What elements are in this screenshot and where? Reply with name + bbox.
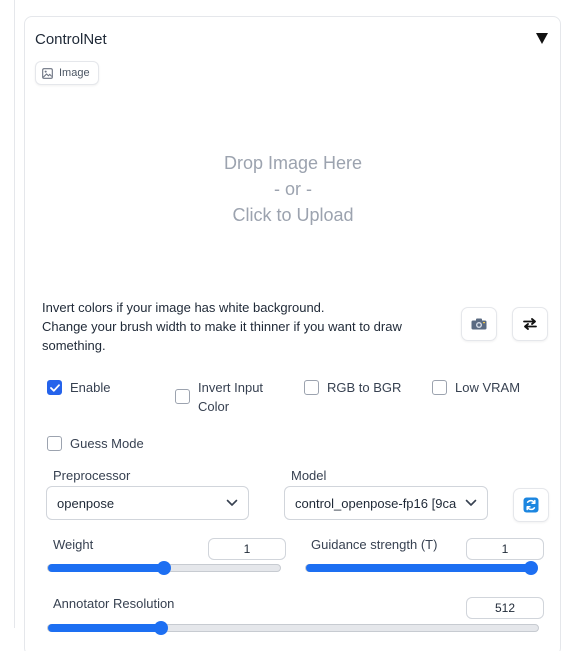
model-label: Model [291, 468, 327, 483]
preprocessor-select[interactable]: openpose [46, 486, 249, 520]
weight-label: Weight [53, 537, 94, 552]
drop-text: Drop Image Here [223, 153, 363, 173]
image-icon [42, 67, 53, 79]
controlnet-panel: ControlNet Image Drop Image Here - or - … [24, 16, 561, 651]
camera-button[interactable] [461, 307, 497, 341]
rgb-to-bgr-label: RGB to BGR [327, 380, 402, 395]
camera-icon [471, 318, 487, 330]
chevron-down-icon [465, 499, 477, 506]
preprocessor-value: openpose [57, 495, 115, 511]
annotator-resolution-label: Annotator Resolution [53, 596, 175, 611]
image-upload-dropzone[interactable]: Drop Image Here - or - Click to Upload [35, 89, 551, 289]
hint-line-1: Invert colors if your image has white ba… [42, 300, 325, 315]
swap-button[interactable] [512, 307, 548, 341]
low-vram-checkbox[interactable]: Low VRAM [432, 378, 520, 397]
weight-slider[interactable] [47, 561, 281, 575]
slider-thumb[interactable] [157, 561, 171, 575]
checkbox-box[interactable] [47, 380, 62, 395]
enable-label: Enable [70, 380, 111, 395]
guidance-strength-label: Guidance strength (T) [311, 537, 438, 552]
chevron-down-icon [226, 499, 238, 506]
slider-fill [306, 564, 531, 572]
click-to-upload-text: Click to Upload [232, 205, 354, 225]
guess-mode-checkbox[interactable]: Guess Mode [47, 434, 144, 453]
annotator-resolution-slider[interactable] [47, 621, 539, 635]
invert-input-color-label: Invert Input Color [198, 380, 264, 414]
checkbox-box[interactable] [304, 380, 319, 395]
enable-checkbox[interactable]: Enable [47, 378, 110, 397]
checkbox-box[interactable] [432, 380, 447, 395]
guidance-strength-number-input[interactable]: 1 [466, 538, 544, 560]
checkbox-box[interactable] [175, 389, 190, 404]
guidance-strength-slider[interactable] [305, 561, 538, 575]
slider-fill [48, 624, 161, 632]
refresh-icon [523, 497, 539, 513]
image-tab-label: Image [59, 67, 90, 79]
refresh-models-button[interactable] [513, 488, 549, 522]
low-vram-label: Low VRAM [455, 380, 521, 395]
slider-thumb[interactable] [524, 561, 538, 575]
panel-title: ControlNet [35, 31, 107, 48]
slider-fill [48, 564, 164, 572]
weight-number-input[interactable]: 1 [208, 538, 286, 560]
invert-input-color-checkbox[interactable]: Invert Input Color [175, 378, 285, 416]
slider-thumb[interactable] [153, 621, 168, 635]
rgb-to-bgr-checkbox[interactable]: RGB to BGR [304, 378, 401, 397]
left-divider [14, 0, 15, 628]
swap-arrows-icon [523, 318, 537, 330]
hint-line-2: Change your brush width to make it thinn… [42, 319, 402, 353]
model-select[interactable]: control_openpose-fp16 [9ca [284, 486, 488, 520]
checkmark-icon [49, 383, 60, 392]
collapse-triangle-icon[interactable] [536, 33, 548, 44]
annotator-resolution-number-input[interactable]: 512 [466, 597, 544, 619]
or-text: - or - [274, 179, 312, 199]
preprocessor-label: Preprocessor [53, 468, 131, 483]
canvas-hint-text: Invert colors if your image has white ba… [42, 298, 452, 355]
guess-mode-label: Guess Mode [70, 436, 144, 451]
image-tab[interactable]: Image [35, 61, 99, 85]
model-value: control_openpose-fp16 [9ca [295, 495, 457, 511]
checkbox-box[interactable] [47, 436, 62, 451]
